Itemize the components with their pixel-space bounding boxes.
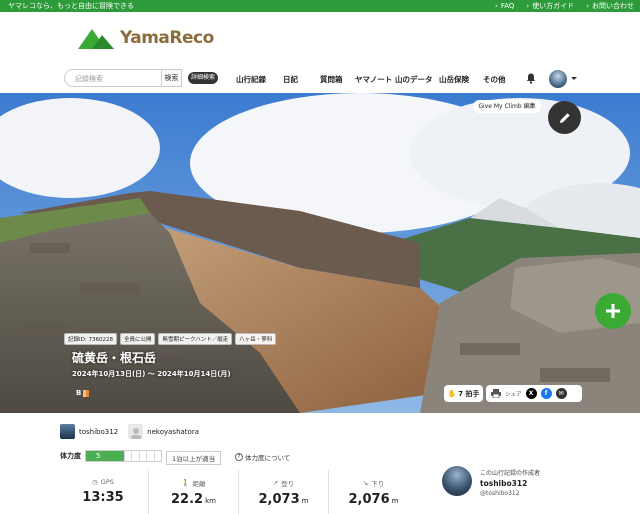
hero-image: Give My Climb 編集 記録ID: 7360228 全員に公開 無雪期…: [0, 93, 640, 413]
stat-gps: ◷ GPS 13:35: [82, 478, 124, 505]
x-share-icon[interactable]: X: [525, 388, 537, 399]
grade-icon: [83, 389, 90, 397]
fitness-help-link[interactable]: ? 体力度について: [235, 452, 290, 462]
chevron-right-icon: ›: [495, 2, 498, 10]
faq-link[interactable]: › FAQ: [495, 0, 514, 12]
chevron-down-icon[interactable]: [571, 77, 577, 80]
bell-icon[interactable]: [526, 73, 536, 84]
stat-distance: 🚶 距離 22.2 km: [148, 470, 238, 514]
top-bar: ヤマレコなら、もっと自由に冒険できる › FAQ › 使い方ガイド › お問い合わせ: [0, 0, 640, 12]
clap-button[interactable]: ✋ 7 拍手: [444, 385, 483, 402]
member-name[interactable]: toshibo312: [79, 428, 118, 436]
fitness-bar: 5: [85, 450, 162, 462]
author-avatar[interactable]: [442, 466, 472, 496]
stat-ascent: ↗ 登り 2,073 m: [238, 470, 328, 514]
print-icon[interactable]: [491, 389, 501, 398]
person-icon: [130, 428, 141, 439]
site-logo[interactable]: YamaReco: [78, 27, 214, 49]
search-button[interactable]: 検索: [162, 69, 182, 87]
stats-row: ◷ GPS 13:35 🚶 距離 22.2 km ↗ 登り 2,073 m ↘ 下り 2,0…: [58, 470, 418, 514]
arrow-up-right-icon: ↗: [272, 479, 279, 487]
member-name[interactable]: nekoyashatora: [147, 428, 199, 436]
arrow-down-right-icon: ↘: [362, 479, 369, 487]
pace-note: 1泊以上が適当: [166, 451, 222, 465]
guide-link[interactable]: › 使い方ガイド: [526, 0, 574, 12]
add-button[interactable]: [595, 293, 631, 329]
search-input[interactable]: 記録検索: [64, 69, 162, 87]
give-my-climb-button[interactable]: Give My Climb 編集: [473, 100, 541, 113]
nav-item-records[interactable]: 山行記録: [236, 74, 266, 85]
walker-icon: 🚶: [181, 479, 190, 487]
fitness-level: 5: [86, 451, 124, 461]
grade-badge: B: [76, 389, 90, 397]
user-avatar[interactable]: [549, 70, 567, 88]
nav-item-diary[interactable]: 日記: [283, 74, 298, 85]
author-handle: @toshibo312: [480, 490, 520, 497]
record-id-tag: 記録ID: 7360228: [64, 333, 117, 345]
nav-item-questions[interactable]: 質問箱: [320, 74, 343, 85]
author-name[interactable]: toshibo312: [480, 479, 527, 488]
plus-icon: [606, 304, 620, 318]
chevron-right-icon: ›: [586, 2, 589, 10]
detail-search-button[interactable]: 詳細検索: [188, 72, 218, 84]
nav-item-more[interactable]: その他: [483, 74, 506, 85]
mail-share-icon[interactable]: ✉: [555, 388, 567, 399]
record-tags: 記録ID: 7360228 全員に公開 無雪期ピークハント／縦走 八ヶ岳・蓼科: [64, 333, 277, 345]
member-avatar-placeholder[interactable]: [128, 424, 144, 439]
chevron-right-icon: ›: [526, 2, 530, 10]
visibility-tag[interactable]: 全員に公開: [119, 333, 156, 345]
member-avatar[interactable]: [60, 424, 75, 439]
contact-link[interactable]: › お問い合わせ: [586, 0, 634, 12]
nav-item-insurance[interactable]: 山岳保険: [439, 74, 469, 85]
record-date: 2024年10月13日(日) 〜 2024年10月14日(月): [72, 370, 231, 378]
clap-icon: ✋: [447, 389, 457, 398]
tagline: ヤマレコなら、もっと自由に冒険できる: [8, 2, 134, 10]
question-icon: ?: [235, 453, 243, 461]
author-caption: この山行記録の作成者: [480, 470, 541, 477]
nav-item-mountain-data[interactable]: 山のデータ: [395, 74, 433, 85]
members-row: toshibo312 nekoyashatora: [60, 424, 199, 439]
edit-button[interactable]: [548, 101, 581, 134]
pencil-icon: [559, 112, 570, 123]
area-tag[interactable]: 八ヶ岳・蓼科: [235, 333, 277, 345]
main-nav: 記録検索 検索 詳細検索 山行記録 日記 質問箱 ヤマノート 山のデータ 山岳保…: [0, 68, 640, 90]
stat-descent: ↘ 下り 2,076 m: [328, 470, 418, 514]
nav-item-yamanote[interactable]: ヤマノート: [355, 74, 392, 85]
record-title: 硫黄岳・根石岳: [72, 351, 157, 365]
fitness-label: 体力度: [60, 452, 81, 460]
mountain-logo-icon: [78, 29, 114, 49]
type-tag[interactable]: 無雪期ピークハント／縦走: [158, 333, 233, 345]
clock-icon: ◷: [92, 478, 98, 486]
share-label: シェア: [505, 391, 522, 398]
facebook-share-icon[interactable]: f: [540, 388, 552, 399]
share-bar: シェア X f ✉: [486, 385, 582, 402]
